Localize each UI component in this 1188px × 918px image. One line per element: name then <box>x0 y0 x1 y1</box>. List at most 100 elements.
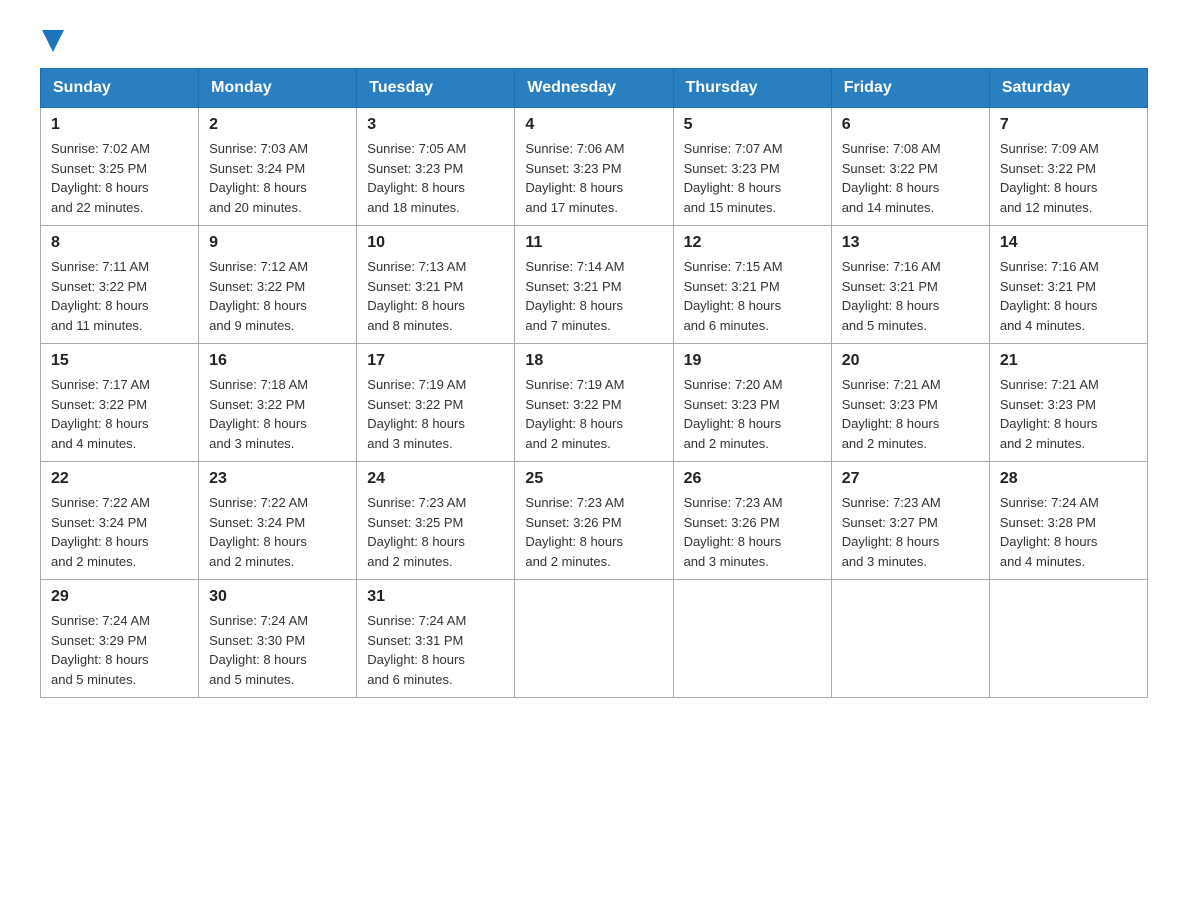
calendar-cell <box>989 580 1147 698</box>
week-row-3: 15 Sunrise: 7:17 AM Sunset: 3:22 PM Dayl… <box>41 344 1148 462</box>
day-number: 24 <box>367 470 504 488</box>
day-number: 26 <box>684 470 821 488</box>
calendar-cell: 11 Sunrise: 7:14 AM Sunset: 3:21 PM Dayl… <box>515 226 673 344</box>
logo <box>40 30 64 48</box>
calendar-cell: 15 Sunrise: 7:17 AM Sunset: 3:22 PM Dayl… <box>41 344 199 462</box>
header-wednesday: Wednesday <box>515 69 673 108</box>
cell-info: Sunrise: 7:23 AM Sunset: 3:27 PM Dayligh… <box>842 493 979 571</box>
calendar-cell: 14 Sunrise: 7:16 AM Sunset: 3:21 PM Dayl… <box>989 226 1147 344</box>
cell-info: Sunrise: 7:22 AM Sunset: 3:24 PM Dayligh… <box>209 493 346 571</box>
day-number: 11 <box>525 234 662 252</box>
header-thursday: Thursday <box>673 69 831 108</box>
day-number: 30 <box>209 588 346 606</box>
calendar-cell: 5 Sunrise: 7:07 AM Sunset: 3:23 PM Dayli… <box>673 108 831 226</box>
week-row-5: 29 Sunrise: 7:24 AM Sunset: 3:29 PM Dayl… <box>41 580 1148 698</box>
day-number: 10 <box>367 234 504 252</box>
day-number: 29 <box>51 588 188 606</box>
day-number: 12 <box>684 234 821 252</box>
cell-info: Sunrise: 7:02 AM Sunset: 3:25 PM Dayligh… <box>51 139 188 217</box>
page-header <box>40 30 1148 48</box>
cell-info: Sunrise: 7:15 AM Sunset: 3:21 PM Dayligh… <box>684 257 821 335</box>
day-number: 16 <box>209 352 346 370</box>
day-number: 9 <box>209 234 346 252</box>
logo-triangle-icon <box>42 30 64 52</box>
calendar-cell: 28 Sunrise: 7:24 AM Sunset: 3:28 PM Dayl… <box>989 462 1147 580</box>
cell-info: Sunrise: 7:08 AM Sunset: 3:22 PM Dayligh… <box>842 139 979 217</box>
day-number: 14 <box>1000 234 1137 252</box>
calendar-cell: 9 Sunrise: 7:12 AM Sunset: 3:22 PM Dayli… <box>199 226 357 344</box>
day-number: 8 <box>51 234 188 252</box>
calendar-table: SundayMondayTuesdayWednesdayThursdayFrid… <box>40 68 1148 698</box>
day-number: 25 <box>525 470 662 488</box>
cell-info: Sunrise: 7:13 AM Sunset: 3:21 PM Dayligh… <box>367 257 504 335</box>
week-row-1: 1 Sunrise: 7:02 AM Sunset: 3:25 PM Dayli… <box>41 108 1148 226</box>
day-number: 19 <box>684 352 821 370</box>
header-tuesday: Tuesday <box>357 69 515 108</box>
calendar-cell: 31 Sunrise: 7:24 AM Sunset: 3:31 PM Dayl… <box>357 580 515 698</box>
calendar-cell: 7 Sunrise: 7:09 AM Sunset: 3:22 PM Dayli… <box>989 108 1147 226</box>
cell-info: Sunrise: 7:23 AM Sunset: 3:25 PM Dayligh… <box>367 493 504 571</box>
calendar-cell: 2 Sunrise: 7:03 AM Sunset: 3:24 PM Dayli… <box>199 108 357 226</box>
cell-info: Sunrise: 7:21 AM Sunset: 3:23 PM Dayligh… <box>1000 375 1137 453</box>
calendar-cell: 13 Sunrise: 7:16 AM Sunset: 3:21 PM Dayl… <box>831 226 989 344</box>
calendar-cell: 17 Sunrise: 7:19 AM Sunset: 3:22 PM Dayl… <box>357 344 515 462</box>
calendar-cell <box>515 580 673 698</box>
calendar-cell: 19 Sunrise: 7:20 AM Sunset: 3:23 PM Dayl… <box>673 344 831 462</box>
cell-info: Sunrise: 7:21 AM Sunset: 3:23 PM Dayligh… <box>842 375 979 453</box>
day-number: 4 <box>525 116 662 134</box>
logo-line1 <box>40 30 64 52</box>
day-number: 18 <box>525 352 662 370</box>
cell-info: Sunrise: 7:11 AM Sunset: 3:22 PM Dayligh… <box>51 257 188 335</box>
calendar-cell: 21 Sunrise: 7:21 AM Sunset: 3:23 PM Dayl… <box>989 344 1147 462</box>
header-saturday: Saturday <box>989 69 1147 108</box>
calendar-cell: 1 Sunrise: 7:02 AM Sunset: 3:25 PM Dayli… <box>41 108 199 226</box>
day-number: 13 <box>842 234 979 252</box>
day-number: 21 <box>1000 352 1137 370</box>
day-number: 2 <box>209 116 346 134</box>
calendar-cell <box>831 580 989 698</box>
cell-info: Sunrise: 7:24 AM Sunset: 3:29 PM Dayligh… <box>51 611 188 689</box>
day-number: 6 <box>842 116 979 134</box>
day-number: 7 <box>1000 116 1137 134</box>
day-number: 1 <box>51 116 188 134</box>
cell-info: Sunrise: 7:20 AM Sunset: 3:23 PM Dayligh… <box>684 375 821 453</box>
cell-info: Sunrise: 7:03 AM Sunset: 3:24 PM Dayligh… <box>209 139 346 217</box>
day-number: 5 <box>684 116 821 134</box>
day-number: 22 <box>51 470 188 488</box>
header-sunday: Sunday <box>41 69 199 108</box>
cell-info: Sunrise: 7:14 AM Sunset: 3:21 PM Dayligh… <box>525 257 662 335</box>
cell-info: Sunrise: 7:23 AM Sunset: 3:26 PM Dayligh… <box>525 493 662 571</box>
calendar-cell: 23 Sunrise: 7:22 AM Sunset: 3:24 PM Dayl… <box>199 462 357 580</box>
day-number: 3 <box>367 116 504 134</box>
cell-info: Sunrise: 7:06 AM Sunset: 3:23 PM Dayligh… <box>525 139 662 217</box>
calendar-cell: 16 Sunrise: 7:18 AM Sunset: 3:22 PM Dayl… <box>199 344 357 462</box>
day-number: 31 <box>367 588 504 606</box>
cell-info: Sunrise: 7:24 AM Sunset: 3:31 PM Dayligh… <box>367 611 504 689</box>
cell-info: Sunrise: 7:22 AM Sunset: 3:24 PM Dayligh… <box>51 493 188 571</box>
header-friday: Friday <box>831 69 989 108</box>
cell-info: Sunrise: 7:09 AM Sunset: 3:22 PM Dayligh… <box>1000 139 1137 217</box>
calendar-cell: 26 Sunrise: 7:23 AM Sunset: 3:26 PM Dayl… <box>673 462 831 580</box>
week-row-4: 22 Sunrise: 7:22 AM Sunset: 3:24 PM Dayl… <box>41 462 1148 580</box>
calendar-cell: 29 Sunrise: 7:24 AM Sunset: 3:29 PM Dayl… <box>41 580 199 698</box>
cell-info: Sunrise: 7:24 AM Sunset: 3:30 PM Dayligh… <box>209 611 346 689</box>
day-number: 27 <box>842 470 979 488</box>
calendar-cell: 12 Sunrise: 7:15 AM Sunset: 3:21 PM Dayl… <box>673 226 831 344</box>
cell-info: Sunrise: 7:17 AM Sunset: 3:22 PM Dayligh… <box>51 375 188 453</box>
cell-info: Sunrise: 7:16 AM Sunset: 3:21 PM Dayligh… <box>1000 257 1137 335</box>
calendar-cell: 24 Sunrise: 7:23 AM Sunset: 3:25 PM Dayl… <box>357 462 515 580</box>
day-number: 28 <box>1000 470 1137 488</box>
cell-info: Sunrise: 7:18 AM Sunset: 3:22 PM Dayligh… <box>209 375 346 453</box>
cell-info: Sunrise: 7:12 AM Sunset: 3:22 PM Dayligh… <box>209 257 346 335</box>
cell-info: Sunrise: 7:05 AM Sunset: 3:23 PM Dayligh… <box>367 139 504 217</box>
calendar-cell <box>673 580 831 698</box>
calendar-cell: 18 Sunrise: 7:19 AM Sunset: 3:22 PM Dayl… <box>515 344 673 462</box>
calendar-cell: 27 Sunrise: 7:23 AM Sunset: 3:27 PM Dayl… <box>831 462 989 580</box>
calendar-header-row: SundayMondayTuesdayWednesdayThursdayFrid… <box>41 69 1148 108</box>
calendar-cell: 4 Sunrise: 7:06 AM Sunset: 3:23 PM Dayli… <box>515 108 673 226</box>
day-number: 15 <box>51 352 188 370</box>
cell-info: Sunrise: 7:19 AM Sunset: 3:22 PM Dayligh… <box>367 375 504 453</box>
cell-info: Sunrise: 7:19 AM Sunset: 3:22 PM Dayligh… <box>525 375 662 453</box>
week-row-2: 8 Sunrise: 7:11 AM Sunset: 3:22 PM Dayli… <box>41 226 1148 344</box>
calendar-cell: 30 Sunrise: 7:24 AM Sunset: 3:30 PM Dayl… <box>199 580 357 698</box>
